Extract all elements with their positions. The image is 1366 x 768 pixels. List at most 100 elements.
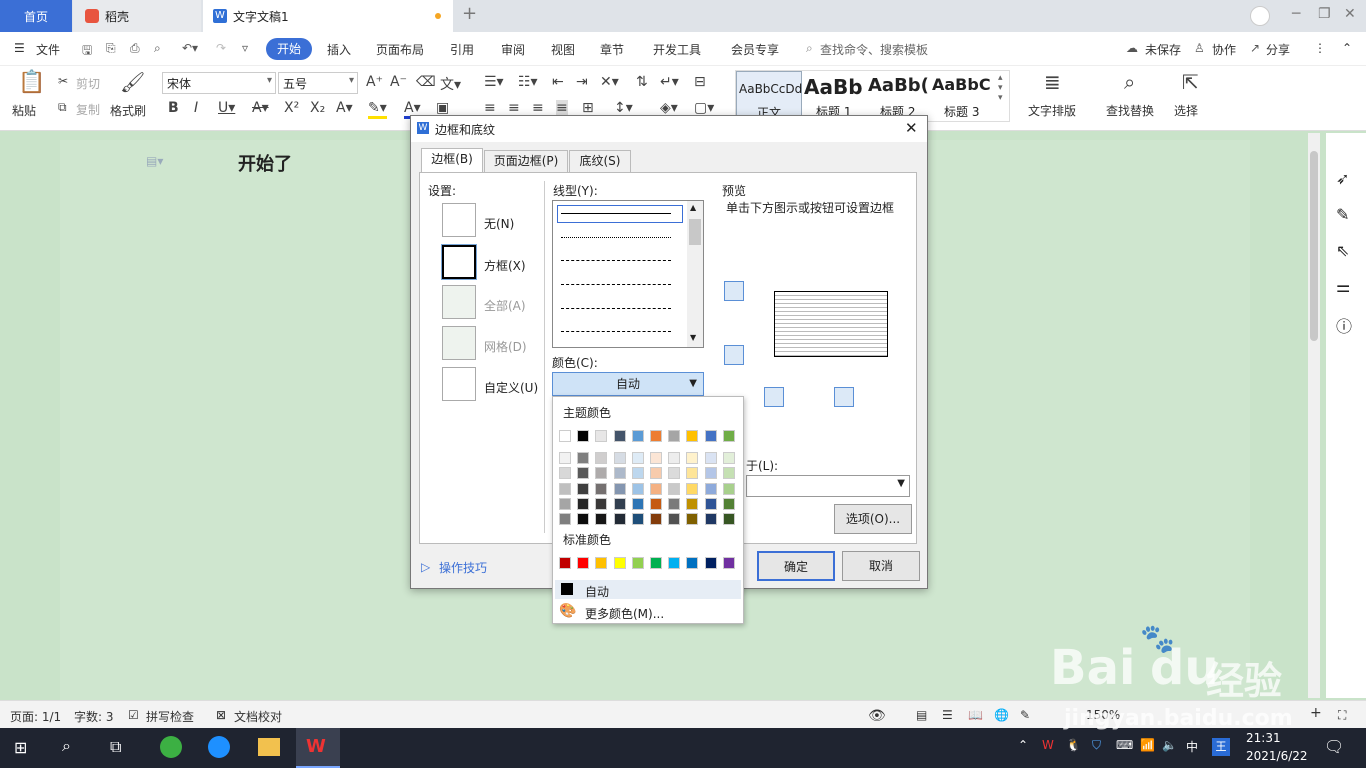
scroll-down-icon[interactable]: ▼: [690, 333, 696, 342]
line-style-long-dash[interactable]: [561, 308, 671, 309]
justify-icon[interactable]: ≡: [556, 100, 568, 116]
increase-indent-icon[interactable]: ⇥: [576, 74, 588, 90]
align-center-icon[interactable]: ≡: [508, 100, 520, 116]
theme-color-swatch[interactable]: [613, 430, 626, 442]
theme-shade-swatch[interactable]: [559, 467, 571, 480]
eye-protection-icon[interactable]: 👁: [868, 708, 886, 724]
menu-member[interactable]: 会员专享: [731, 41, 779, 58]
bullets-icon[interactable]: ☰▾: [484, 74, 504, 90]
line-style-solid[interactable]: [561, 213, 671, 214]
tray-volume-icon[interactable]: 🔈: [1162, 738, 1177, 752]
theme-shade-swatch[interactable]: [613, 482, 626, 495]
chinese-layout-icon[interactable]: ✕▾: [600, 74, 619, 90]
theme-shade-swatch[interactable]: [595, 482, 608, 495]
ok-button[interactable]: 确定: [757, 551, 835, 581]
line-style-scrollbar[interactable]: ▲ ▼: [687, 201, 703, 347]
italic-icon[interactable]: I: [194, 100, 198, 116]
undo-icon[interactable]: ↶▾: [182, 41, 198, 55]
line-style-selected[interactable]: [557, 205, 683, 223]
export-icon[interactable]: ⎘: [106, 41, 116, 56]
dialog-close-icon[interactable]: ✕: [905, 119, 918, 137]
cancel-button[interactable]: 取消: [842, 551, 920, 581]
theme-shade-swatch[interactable]: [704, 467, 717, 480]
tray-input-method-icon[interactable]: 王: [1212, 738, 1230, 756]
theme-shade-swatch[interactable]: [722, 513, 735, 526]
auto-color-option[interactable]: 自动: [555, 580, 741, 599]
document-text[interactable]: 开始了: [238, 150, 292, 176]
theme-shade-swatch[interactable]: [631, 513, 644, 526]
help-icon[interactable]: ⓘ: [1336, 313, 1352, 337]
line-style-list[interactable]: ▲ ▼: [552, 200, 704, 348]
theme-shade-swatch[interactable]: [559, 452, 571, 464]
theme-shade-swatch[interactable]: [668, 497, 681, 510]
close-window-icon[interactable]: ✕: [1344, 6, 1356, 22]
theme-color-swatch[interactable]: [595, 430, 608, 442]
theme-shade-swatch[interactable]: [704, 482, 717, 495]
tab-daoke[interactable]: 稻壳: [73, 0, 201, 32]
theme-shade-swatch[interactable]: [577, 497, 590, 510]
theme-shade-swatch[interactable]: [631, 467, 644, 480]
fit-icon[interactable]: ⛶: [1338, 708, 1346, 723]
tray-device-icon[interactable]: ⌨: [1116, 738, 1133, 752]
style-heading1[interactable]: AaBb 标题 1: [804, 71, 868, 121]
line-style-dashed[interactable]: [561, 284, 671, 285]
preview-area[interactable]: [774, 291, 888, 357]
restore-icon[interactable]: ❐: [1318, 6, 1331, 22]
theme-color-swatch[interactable]: [577, 430, 590, 442]
theme-shade-swatch[interactable]: [595, 467, 608, 480]
theme-shade-swatch[interactable]: [559, 513, 571, 526]
standard-color-swatch[interactable]: [577, 557, 590, 569]
line-style-dotted[interactable]: [561, 237, 671, 238]
theme-shade-swatch[interactable]: [613, 497, 626, 510]
theme-shade-swatch[interactable]: [595, 513, 608, 526]
browser-360-icon[interactable]: [160, 736, 182, 758]
theme-shade-swatch[interactable]: [668, 467, 681, 480]
numbering-icon[interactable]: ☷▾: [518, 74, 538, 90]
clock-time[interactable]: 21:31: [1246, 731, 1281, 745]
word-count[interactable]: 字数: 3: [74, 708, 114, 725]
left-border-button-icon[interactable]: [764, 387, 784, 407]
theme-color-swatch[interactable]: [650, 430, 662, 442]
shrink-font-icon[interactable]: A⁻: [390, 74, 407, 90]
windows-start-icon[interactable]: ⊞: [14, 738, 27, 757]
theme-shade-swatch[interactable]: [577, 452, 590, 464]
theme-color-swatch[interactable]: [559, 430, 571, 442]
theme-shade-swatch[interactable]: [722, 452, 735, 464]
style-scroll-icon[interactable]: ▴ ▾ ▾: [998, 73, 1003, 103]
superscript-icon[interactable]: X²: [284, 100, 299, 116]
standard-color-swatch[interactable]: [631, 557, 644, 569]
rocket-icon[interactable]: ➶: [1336, 169, 1349, 188]
options-button[interactable]: 选项(O)...: [834, 504, 912, 534]
avatar[interactable]: [1250, 6, 1270, 26]
format-painter-button[interactable]: 格式刷: [110, 102, 146, 119]
theme-shade-swatch[interactable]: [631, 497, 644, 510]
theme-shade-swatch[interactable]: [650, 497, 662, 510]
read-view-icon[interactable]: 📖: [968, 708, 983, 722]
file-explorer-icon[interactable]: [258, 738, 280, 756]
quick-access-dropdown-icon[interactable]: ▿: [242, 41, 248, 55]
standard-color-swatch[interactable]: [704, 557, 717, 569]
redo-icon[interactable]: ↷: [216, 41, 226, 55]
tab-shading[interactable]: 底纹(S): [569, 150, 631, 172]
apply-to-select[interactable]: ▼: [746, 475, 910, 497]
theme-shade-swatch[interactable]: [613, 467, 626, 480]
tray-security-icon[interactable]: ⛉: [1092, 738, 1101, 753]
theme-shade-swatch[interactable]: [650, 513, 662, 526]
setting-all-icon[interactable]: [442, 285, 476, 319]
setting-grid[interactable]: 网格(D): [484, 338, 527, 355]
more-icon[interactable]: ⋮: [1314, 41, 1326, 55]
setting-custom-icon[interactable]: [442, 367, 476, 401]
wps-taskbar-item[interactable]: W: [296, 728, 340, 768]
style-heading3[interactable]: AaBbC 标题 3: [932, 71, 996, 121]
theme-color-swatch[interactable]: [631, 430, 644, 442]
text-layout-button[interactable]: 文字排版: [1028, 102, 1076, 119]
vertical-scrollbar[interactable]: [1308, 133, 1320, 698]
theme-shade-swatch[interactable]: [595, 452, 608, 464]
grow-font-icon[interactable]: A⁺: [366, 74, 383, 90]
share-button[interactable]: 分享: [1266, 41, 1290, 58]
clock-date[interactable]: 2021/6/22: [1246, 749, 1308, 763]
standard-color-swatch[interactable]: [722, 557, 735, 569]
standard-color-swatch[interactable]: [668, 557, 681, 569]
select-button[interactable]: 选择: [1174, 102, 1198, 119]
new-tab-icon[interactable]: +: [462, 3, 477, 24]
